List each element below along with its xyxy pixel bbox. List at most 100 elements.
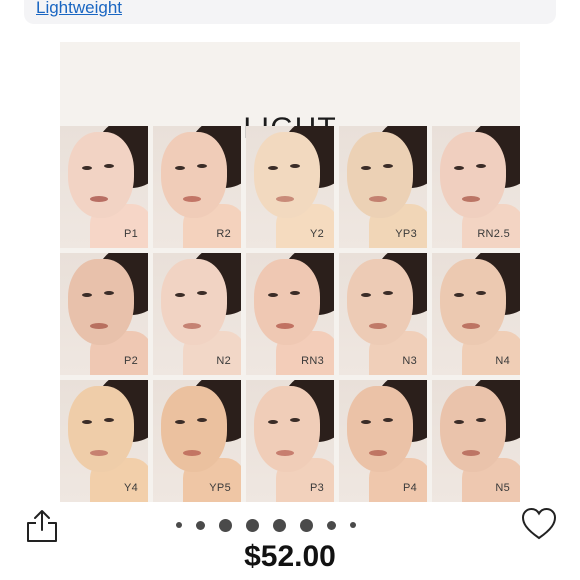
eye (82, 293, 92, 297)
shade-label: R2 (216, 228, 231, 240)
shade-tile: N2 (153, 253, 241, 375)
lips (90, 450, 108, 456)
model-face (161, 259, 227, 345)
shade-tile: N5 (432, 380, 520, 502)
shade-label: RN3 (301, 355, 324, 367)
eye (383, 418, 393, 422)
shade-tile: P3 (246, 380, 334, 502)
model-face (347, 386, 413, 472)
eye (290, 291, 300, 295)
eye (175, 293, 185, 297)
shade-tile: N3 (339, 253, 427, 375)
eye (290, 418, 300, 422)
eye (361, 293, 371, 297)
model-face (440, 386, 506, 472)
top-card: Lightweight (24, 0, 556, 24)
shade-tile: P1 (60, 126, 148, 248)
eye (268, 166, 278, 170)
shade-tile: N4 (432, 253, 520, 375)
carousel-dots (176, 518, 356, 532)
shade-label: YP5 (209, 482, 231, 494)
carousel-dot[interactable] (273, 518, 286, 532)
carousel-dot[interactable] (176, 522, 182, 528)
shade-label: P2 (123, 355, 138, 367)
carousel-dot[interactable] (327, 520, 336, 530)
eye (197, 418, 207, 422)
lips (276, 323, 294, 329)
model-face (440, 259, 506, 345)
lightweight-link[interactable]: Lightweight (36, 0, 122, 18)
lips (183, 323, 201, 329)
shade-tile: Y4 (60, 380, 148, 502)
eye (454, 293, 464, 297)
eye (290, 164, 300, 168)
eye (104, 291, 114, 295)
model-face (254, 132, 320, 218)
eye (454, 420, 464, 424)
shade-label: N3 (402, 355, 417, 367)
shade-tile: RN2.5 (432, 126, 520, 248)
eye (268, 293, 278, 297)
eye (197, 291, 207, 295)
lips (369, 450, 387, 456)
shade-tile: YP3 (339, 126, 427, 248)
eye (476, 291, 486, 295)
eye (82, 166, 92, 170)
shade-tile: Y2 (246, 126, 334, 248)
shade-label: P4 (402, 482, 417, 494)
eye (175, 420, 185, 424)
eye (476, 164, 486, 168)
carousel-dot[interactable] (350, 522, 356, 528)
carousel-dot[interactable] (300, 518, 313, 532)
lips (90, 323, 108, 329)
shade-grid: P1 R2 Y2 YP3 RN2.5 P2 N2 RN3 N3 N4 Y4 YP… (60, 126, 520, 502)
lips (276, 450, 294, 456)
eye (197, 164, 207, 168)
share-icon[interactable] (25, 508, 59, 544)
shade-tile: P2 (60, 253, 148, 375)
shade-tile: P4 (339, 380, 427, 502)
shade-tile: RN3 (246, 253, 334, 375)
lips (369, 323, 387, 329)
eye (383, 291, 393, 295)
lips (276, 196, 294, 202)
shade-label: RN2.5 (477, 228, 510, 240)
shade-label: P3 (309, 482, 324, 494)
model-face (161, 386, 227, 472)
shade-label: N4 (495, 355, 510, 367)
model-face (68, 386, 134, 472)
eye (361, 166, 371, 170)
model-face (440, 132, 506, 218)
eye (361, 420, 371, 424)
eye (383, 164, 393, 168)
lips (462, 323, 480, 329)
lips (462, 450, 480, 456)
lips (462, 196, 480, 202)
heart-icon[interactable] (520, 505, 558, 543)
model-face (254, 259, 320, 345)
carousel-dot[interactable] (196, 520, 205, 530)
model-face (347, 132, 413, 218)
image-toolbar (0, 505, 580, 545)
model-face (68, 132, 134, 218)
shade-tile: YP5 (153, 380, 241, 502)
shade-label: Y4 (123, 482, 138, 494)
product-image[interactable]: LIGHT P1 R2 Y2 YP3 (60, 42, 520, 502)
eye (268, 420, 278, 424)
eye (175, 166, 185, 170)
lips (183, 450, 201, 456)
eye (82, 420, 92, 424)
shade-label: YP3 (395, 228, 417, 240)
carousel-dot[interactable] (219, 518, 232, 532)
price: $52.00 (244, 540, 336, 573)
eye (476, 418, 486, 422)
shade-label: P1 (123, 228, 138, 240)
carousel-dot[interactable] (246, 518, 259, 532)
lips (183, 196, 201, 202)
model-face (347, 259, 413, 345)
model-face (254, 386, 320, 472)
lips (369, 196, 387, 202)
model-face (161, 132, 227, 218)
shade-label: N2 (216, 355, 231, 367)
shade-tile: R2 (153, 126, 241, 248)
